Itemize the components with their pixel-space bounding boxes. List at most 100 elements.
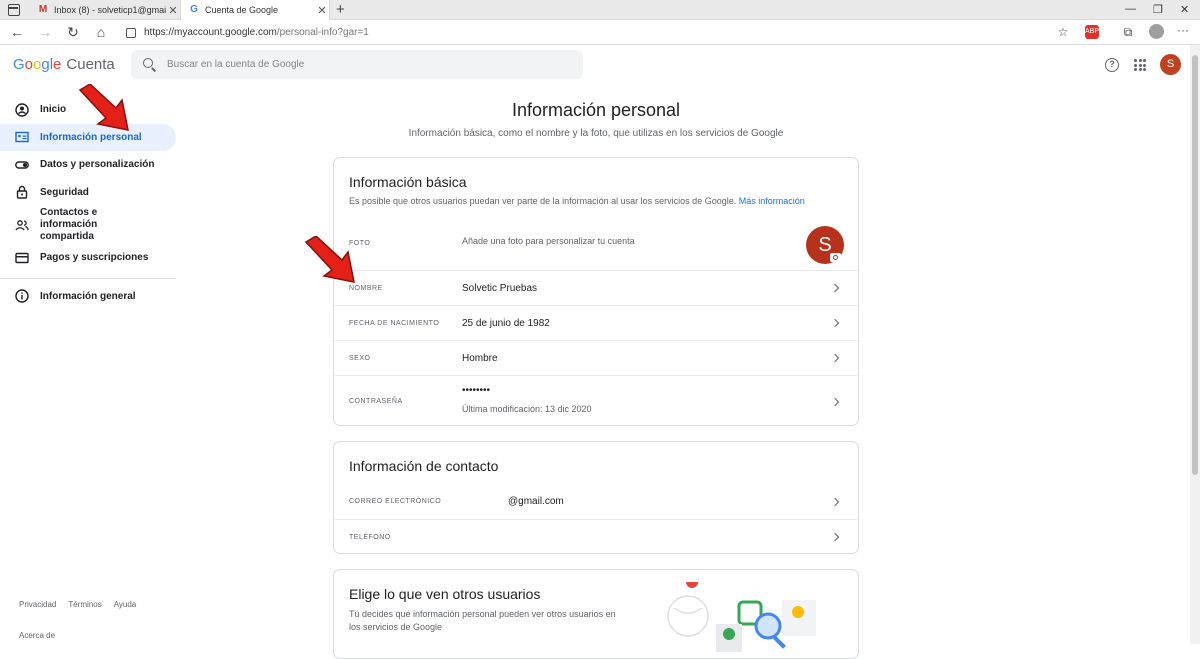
sidebar-item-datos[interactable]: Datos y personalización xyxy=(0,151,176,179)
annotation-arrow-icon xyxy=(304,236,355,283)
gender-value: Hombre xyxy=(462,352,498,364)
tab-gmail[interactable]: M Inbox (8) - solveticp1@gmail.com ✕ xyxy=(30,0,180,20)
tab-google-account[interactable]: G Cuenta de Google ✕ xyxy=(180,0,330,20)
help-icon[interactable]: ? xyxy=(1105,58,1119,72)
gender-row[interactable]: SEXO Hombre xyxy=(334,340,858,375)
search-input[interactable]: Buscar en la cuenta de Google xyxy=(131,50,583,79)
annotation-arrow-icon xyxy=(78,84,129,131)
sidebar-item-seguridad[interactable]: Seguridad xyxy=(0,179,176,207)
birthdate-row[interactable]: FECHA DE NACIMIENTO 25 de junio de 1982 xyxy=(334,305,858,340)
sidebar-item-contactos[interactable]: Contactos e información compartida xyxy=(0,206,176,244)
google-account-logo[interactable]: Google Cuenta xyxy=(13,56,115,73)
page-title: Información personal xyxy=(511,100,681,120)
photo-hint: Añade una foto para personalizar tu cuen… xyxy=(462,236,635,246)
password-value: •••••••• xyxy=(462,385,491,396)
chevron-right-icon xyxy=(830,318,840,328)
minimize-icon[interactable]: — xyxy=(1125,3,1136,15)
profile-photo[interactable]: S xyxy=(806,226,844,264)
help-link[interactable]: Ayuda xyxy=(114,600,137,609)
info-icon xyxy=(15,289,29,303)
google-icon: G xyxy=(190,4,198,15)
menu-more-icon[interactable]: ··· xyxy=(1177,23,1189,37)
tab-title: Inbox (8) - solveticp1@gmail.com xyxy=(54,5,166,15)
forward-icon[interactable]: → xyxy=(36,23,54,41)
page-subtitle: Información básica, como el nombre y la … xyxy=(408,128,784,139)
logo-letter: o xyxy=(33,56,42,73)
product-name: Cuenta xyxy=(66,56,115,73)
reload-icon[interactable]: ↻ xyxy=(64,23,82,41)
more-info-link[interactable]: Más información xyxy=(739,196,805,206)
toggle-icon xyxy=(15,161,29,169)
lock-icon xyxy=(16,186,28,199)
visibility-illustration xyxy=(667,582,816,652)
sidebar-item-label: Datos y personalización xyxy=(40,159,155,171)
phone-row[interactable]: TELÉFONO xyxy=(334,519,858,553)
email-row[interactable]: CORREO ELECTRÓNICO @gmail.com xyxy=(334,484,858,519)
terms-link[interactable]: Términos xyxy=(68,600,101,609)
new-tab-icon[interactable]: + xyxy=(336,1,345,19)
card-title: Información básica xyxy=(349,174,467,190)
name-row[interactable]: NOMBRE Solvetic Pruebas xyxy=(334,270,858,305)
sidebar-item-pagos[interactable]: Pagos y suscripciones xyxy=(0,244,176,272)
sidebar-item-label: Información general xyxy=(40,290,136,302)
birthdate-label: FECHA DE NACIMIENTO xyxy=(349,319,440,327)
back-icon[interactable]: ← xyxy=(8,23,26,41)
close-tab-icon[interactable]: ✕ xyxy=(166,4,180,17)
apps-grid-icon[interactable] xyxy=(1134,59,1146,71)
id-card-icon xyxy=(15,132,29,143)
home-icon[interactable]: ⌂ xyxy=(92,23,110,41)
chevron-right-icon xyxy=(830,532,840,542)
desc-text: Es posible que otros usuarios puedan ver… xyxy=(349,196,737,206)
chevron-right-icon xyxy=(830,353,840,363)
password-modified: Última modificación: 13 dic 2020 xyxy=(462,404,592,414)
account-circle-icon xyxy=(15,103,29,117)
people-icon xyxy=(15,220,29,231)
email-label: CORREO ELECTRÓNICO xyxy=(349,498,442,505)
name-value: Solvetic Pruebas xyxy=(462,282,538,294)
search-placeholder: Buscar en la cuenta de Google xyxy=(167,59,305,70)
sidebar-divider xyxy=(0,277,176,279)
credit-card-icon xyxy=(15,252,29,263)
visibility-card: Elige lo que ven otros usuarios Tú decid… xyxy=(333,569,859,659)
sidebar-item-label: Inicio xyxy=(40,104,67,116)
card-title: Información de contacto xyxy=(349,458,499,474)
card-description: Es posible que otros usuarios puedan ver… xyxy=(334,190,858,206)
collections-icon[interactable]: ⧉ xyxy=(1119,23,1137,41)
search-icon xyxy=(143,57,157,72)
sidebar-item-label: Contactos e información compartida xyxy=(40,207,98,242)
camera-icon xyxy=(830,253,841,262)
photo-row[interactable]: FOTO Añade una foto para personalizar tu… xyxy=(334,216,858,270)
favorites-star-icon[interactable]: ☆ xyxy=(1054,23,1072,41)
account-avatar[interactable]: S xyxy=(1160,54,1181,75)
google-header: Google Cuenta Buscar en la cuenta de Goo… xyxy=(0,45,1190,87)
about-link[interactable]: Acerca de xyxy=(19,631,55,640)
url-host: https://myaccount.google.com xyxy=(144,27,277,38)
url-field[interactable]: https://myaccount.google.com/personal-in… xyxy=(126,24,1056,41)
gmail-icon: M xyxy=(38,4,48,15)
url-path: /personal-info?gar=1 xyxy=(276,27,369,38)
logo-letter: g xyxy=(41,56,50,73)
scrollbar[interactable] xyxy=(1190,45,1200,644)
lock-icon[interactable] xyxy=(126,27,136,38)
password-row[interactable]: CONTRASEÑA •••••••• Última modificación:… xyxy=(334,375,858,425)
phone-label: TELÉFONO xyxy=(349,533,391,541)
chevron-right-icon xyxy=(830,283,840,293)
ext-label: ABP xyxy=(1085,28,1100,35)
chevron-right-icon xyxy=(830,397,840,406)
close-window-icon[interactable]: ✕ xyxy=(1180,3,1189,16)
sidebar-item-label: Seguridad xyxy=(40,186,89,198)
close-tab-icon[interactable]: ✕ xyxy=(315,4,329,17)
scrollbar-thumb[interactable] xyxy=(1192,55,1198,475)
gender-label: SEXO xyxy=(349,354,371,362)
adblock-extension-icon[interactable]: ABP xyxy=(1085,25,1099,39)
sidebar-footer: Privacidad Términos Ayuda xyxy=(19,600,136,609)
logo-letter: e xyxy=(53,56,62,73)
contact-info-card: Información de contacto CORREO ELECTRÓNI… xyxy=(333,441,859,554)
profile-icon[interactable] xyxy=(1149,24,1164,39)
privacy-link[interactable]: Privacidad xyxy=(19,600,56,609)
chevron-right-icon xyxy=(830,497,840,506)
sidebar-item-informacion-general[interactable]: Información general xyxy=(0,283,176,311)
restore-icon[interactable]: ❐ xyxy=(1153,3,1163,16)
tab-actions-icon[interactable] xyxy=(8,4,20,16)
card-description: Tú decides qué información personal pued… xyxy=(349,609,616,632)
